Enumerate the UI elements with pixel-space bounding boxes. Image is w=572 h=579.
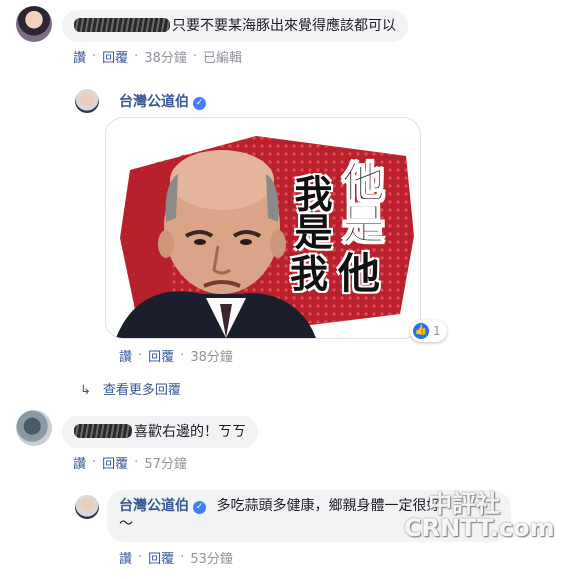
separator: · bbox=[180, 550, 185, 565]
sticker-caption: 他是 我是 他 我 bbox=[288, 160, 388, 300]
reply-button[interactable]: 回覆 bbox=[148, 346, 174, 365]
reply-actions: 讚 · 回覆 · 38分鐘 bbox=[119, 346, 233, 365]
thumbs-up-icon: 👍 bbox=[413, 323, 429, 339]
verified-badge-icon: ✓ bbox=[193, 501, 206, 514]
more-replies-link[interactable]: ↳ 查看更多回覆 bbox=[80, 379, 181, 398]
timestamp[interactable]: 38分鐘 bbox=[144, 47, 187, 66]
sticker-text-col-1: 他是 bbox=[336, 160, 386, 245]
separator: · bbox=[134, 49, 139, 64]
like-button[interactable]: 讚 bbox=[119, 548, 132, 567]
timestamp[interactable]: 57分鐘 bbox=[144, 453, 187, 472]
reply-button[interactable]: 回覆 bbox=[148, 548, 174, 567]
timestamp[interactable]: 38分鐘 bbox=[190, 346, 233, 365]
reply-button[interactable]: 回覆 bbox=[102, 453, 128, 472]
edited-label[interactable]: 已編輯 bbox=[203, 47, 242, 66]
reply-author-line: 台灣公道伯 ✓ bbox=[119, 91, 206, 111]
sticker-frame[interactable]: 他是 我是 他 我 bbox=[105, 117, 421, 339]
commenter-avatar[interactable] bbox=[16, 6, 52, 42]
separator: · bbox=[192, 49, 197, 64]
like-button[interactable]: 讚 bbox=[73, 47, 86, 66]
author-name[interactable]: 台灣公道伯 bbox=[119, 498, 189, 514]
author-avatar[interactable] bbox=[75, 495, 99, 519]
commenter-avatar[interactable] bbox=[16, 410, 52, 446]
timestamp[interactable]: 53分鐘 bbox=[190, 548, 233, 567]
separator: · bbox=[138, 348, 143, 363]
redacted-name bbox=[74, 18, 170, 32]
separator: · bbox=[138, 550, 143, 565]
like-button[interactable]: 讚 bbox=[73, 453, 86, 472]
separator: · bbox=[180, 348, 185, 363]
more-replies-label: 查看更多回覆 bbox=[102, 383, 181, 398]
reply-button[interactable]: 回覆 bbox=[102, 47, 128, 66]
comment-actions: 讚 · 回覆 · 38分鐘 · 已編輯 bbox=[73, 47, 242, 66]
comment-text: 只要不要某海豚出來覺得應該都可以 bbox=[172, 18, 396, 34]
comment-bubble: 喜歡右邊的！ㄎㄎ bbox=[62, 416, 258, 448]
reply-text: 多吃蒜頭多健康，鄉親身體一定很好 bbox=[216, 498, 441, 514]
sticker-text-col-4: 我 bbox=[290, 252, 329, 296]
comment-bubble: 只要不要某海豚出來覺得應該都可以 bbox=[62, 10, 408, 42]
reply-bubble: 台灣公道伯 ✓ 多吃蒜頭多健康，鄉親身體一定很好 ～ bbox=[107, 490, 511, 542]
verified-badge-icon: ✓ bbox=[193, 97, 206, 110]
sticker-text-col-2: 我是 bbox=[288, 174, 332, 250]
sticker-text-col-3: 他 bbox=[338, 249, 381, 298]
author-name[interactable]: 台灣公道伯 bbox=[119, 94, 189, 110]
separator: · bbox=[134, 455, 139, 470]
reply-arrow-icon: ↳ bbox=[80, 383, 91, 398]
reaction-badge[interactable]: 👍 1 bbox=[410, 320, 447, 342]
separator: · bbox=[92, 49, 97, 64]
reply-actions: 讚 · 回覆 · 53分鐘 bbox=[119, 548, 233, 567]
comment-actions: 讚 · 回覆 · 57分鐘 bbox=[73, 453, 187, 472]
author-avatar[interactable] bbox=[75, 89, 99, 113]
redacted-name bbox=[74, 424, 132, 438]
separator: · bbox=[92, 455, 97, 470]
reply-text-tail: ～ bbox=[119, 516, 133, 532]
reaction-count: 1 bbox=[433, 324, 441, 338]
comment-text: 喜歡右邊的！ㄎㄎ bbox=[134, 424, 246, 440]
like-button[interactable]: 讚 bbox=[119, 346, 132, 365]
